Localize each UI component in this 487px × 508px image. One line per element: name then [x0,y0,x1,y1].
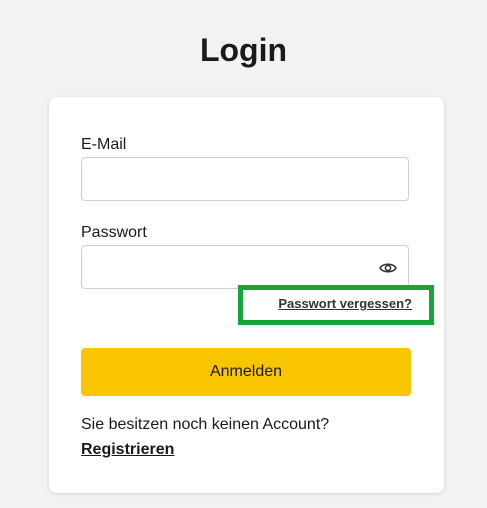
page-title: Login [199,32,288,68]
register-link[interactable]: Registrieren [81,440,174,460]
highlight-box [238,285,434,325]
login-button[interactable]: Anmelden [81,348,411,396]
password-label: Passwort [81,224,147,241]
password-field[interactable] [81,245,409,289]
eye-icon[interactable] [378,258,398,278]
email-label: E-Mail [81,136,127,153]
no-account-text: Sie besitzen noch keinen Account? [81,416,330,433]
email-field[interactable] [81,157,409,201]
